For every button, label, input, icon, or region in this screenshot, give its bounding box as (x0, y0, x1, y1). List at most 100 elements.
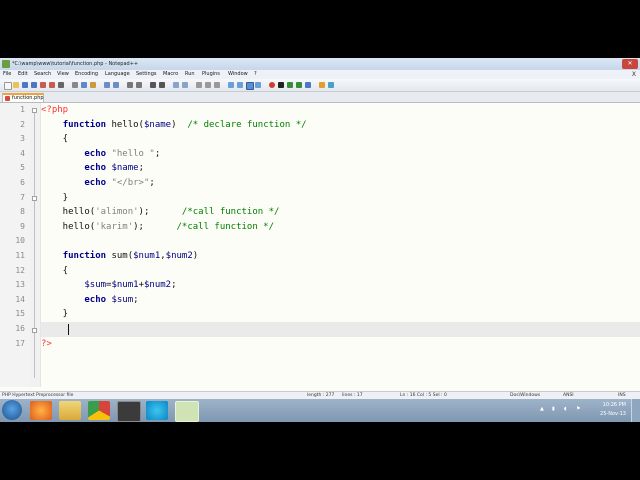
chrome-icon[interactable] (88, 401, 110, 420)
fold-toggle-icon[interactable] (32, 328, 37, 333)
clock-date[interactable]: 25-Nov-13 (600, 411, 626, 417)
cut-icon[interactable] (72, 82, 78, 88)
save-icon[interactable] (22, 82, 28, 88)
sync-horizontal-icon[interactable] (182, 82, 188, 88)
line-number: 7 (20, 192, 25, 202)
tray-volume-icon[interactable]: ◖ (564, 406, 567, 412)
run-macro-multiple-icon[interactable] (296, 82, 302, 88)
zoom-in-icon[interactable] (150, 82, 156, 88)
text-caret (68, 324, 69, 335)
notepadpp-window: *C:\wamp\www\tutorial\function.php - Not… (0, 58, 640, 422)
menu-search[interactable]: Search (34, 70, 51, 79)
menu-run[interactable]: Run (185, 70, 195, 79)
line-number: 5 (20, 163, 25, 173)
tab-bar: function.php (0, 92, 640, 103)
redo-icon[interactable] (113, 82, 119, 88)
menu-view[interactable]: View (57, 70, 69, 79)
sync-vertical-icon[interactable] (173, 82, 179, 88)
play-macro-icon[interactable] (287, 82, 293, 88)
menu-settings[interactable]: Settings (136, 70, 157, 79)
start-button[interactable] (2, 400, 22, 420)
unsaved-file-icon (5, 96, 10, 101)
firefox-icon[interactable] (30, 401, 52, 420)
menu-encoding[interactable]: Encoding (75, 70, 98, 79)
close-all-icon[interactable] (49, 82, 55, 88)
line-number: 9 (20, 221, 25, 231)
code-line: hello('karim'); /*call function */ (41, 221, 275, 232)
find-icon[interactable] (127, 82, 133, 88)
tray-flag-icon[interactable]: ⚑ (576, 406, 580, 412)
line-number: 8 (20, 207, 25, 217)
code-line: { (41, 265, 69, 276)
code-editor[interactable]: 1 2 3 4 5 6 7 8 9 10 11 12 13 14 15 16 1… (0, 103, 640, 387)
stop-macro-icon[interactable] (278, 82, 284, 88)
unfold-all-icon[interactable] (237, 82, 243, 88)
notepadpp-task-icon[interactable] (175, 401, 199, 422)
replace-icon[interactable] (136, 82, 142, 88)
file-explorer-icon[interactable] (59, 401, 81, 420)
line-number: 4 (20, 148, 25, 158)
line-number: 11 (15, 251, 25, 260)
code-line: function hello($name) /* declare functio… (62, 119, 307, 130)
code-line: { (41, 134, 69, 145)
current-line-highlight (41, 322, 640, 337)
close-icon[interactable] (40, 82, 46, 88)
menu-edit[interactable]: Edit (18, 70, 28, 79)
toolbar (0, 79, 640, 92)
code-line: <?php (41, 105, 69, 115)
menu-help[interactable]: ? (254, 70, 257, 79)
code-line: } (41, 309, 69, 320)
windows-taskbar: ▲ ▮ ◖ ⚑ 10:26 PM 25-Nov-13 (0, 399, 640, 422)
tray-arrow-icon[interactable]: ▲ (540, 406, 544, 412)
fold-toggle-icon[interactable] (32, 196, 37, 201)
doc-map-icon[interactable] (246, 82, 254, 90)
line-number: 15 (15, 309, 25, 319)
menu-window[interactable]: Window (228, 70, 248, 79)
menu-macro[interactable]: Macro (163, 70, 178, 79)
line-number: 13 (15, 280, 25, 290)
code-line: function sum($num1,$num2) (62, 251, 199, 261)
save-macro-icon[interactable] (305, 82, 311, 88)
code-line: } (41, 192, 69, 203)
code-line: $sum=$num1+$num2; (84, 280, 177, 291)
media-app-icon[interactable] (117, 401, 141, 422)
print-icon[interactable] (58, 82, 64, 88)
line-number: 14 (15, 294, 25, 304)
open-file-icon[interactable] (13, 82, 19, 88)
copy-icon[interactable] (81, 82, 87, 88)
line-number: 2 (20, 119, 25, 129)
spell-check-icon[interactable] (328, 82, 334, 88)
line-number: 16 (15, 324, 25, 333)
zoom-out-icon[interactable] (159, 82, 165, 88)
window-title: *C:\wamp\www\tutorial\function.php - Not… (12, 61, 139, 67)
code-line: ?> (41, 338, 52, 349)
menu-file[interactable]: File (3, 70, 11, 79)
plugin-icon[interactable] (319, 82, 325, 88)
skype-icon[interactable] (146, 401, 168, 420)
line-number: 3 (20, 134, 25, 144)
tab-function-php[interactable]: function.php (2, 93, 44, 102)
word-wrap-icon[interactable] (196, 82, 202, 88)
new-file-icon[interactable] (4, 82, 12, 90)
line-number: 10 (15, 236, 25, 246)
show-desktop-button[interactable] (631, 399, 640, 422)
tray-network-icon[interactable]: ▮ (552, 406, 555, 412)
clock-time[interactable]: 10:26 PM (603, 402, 626, 408)
fold-margin (30, 103, 41, 387)
fold-guide (34, 113, 35, 378)
save-all-icon[interactable] (31, 82, 37, 88)
close-document-button[interactable]: X (632, 70, 636, 79)
tab-label: function.php (12, 95, 44, 101)
menu-language[interactable]: Language (105, 70, 130, 79)
line-number: 1 (20, 105, 25, 114)
undo-icon[interactable] (104, 82, 110, 88)
window-close-button[interactable]: ✕ (622, 59, 638, 69)
fold-all-icon[interactable] (228, 82, 234, 88)
menu-bar: File Edit Search View Encoding Language … (0, 70, 640, 79)
record-macro-icon[interactable] (269, 82, 275, 88)
function-list-icon[interactable] (255, 82, 261, 88)
indent-guide-icon[interactable] (214, 82, 220, 88)
paste-icon[interactable] (90, 82, 96, 88)
menu-plugins[interactable]: Plugins (202, 70, 220, 79)
show-all-chars-icon[interactable] (205, 82, 211, 88)
